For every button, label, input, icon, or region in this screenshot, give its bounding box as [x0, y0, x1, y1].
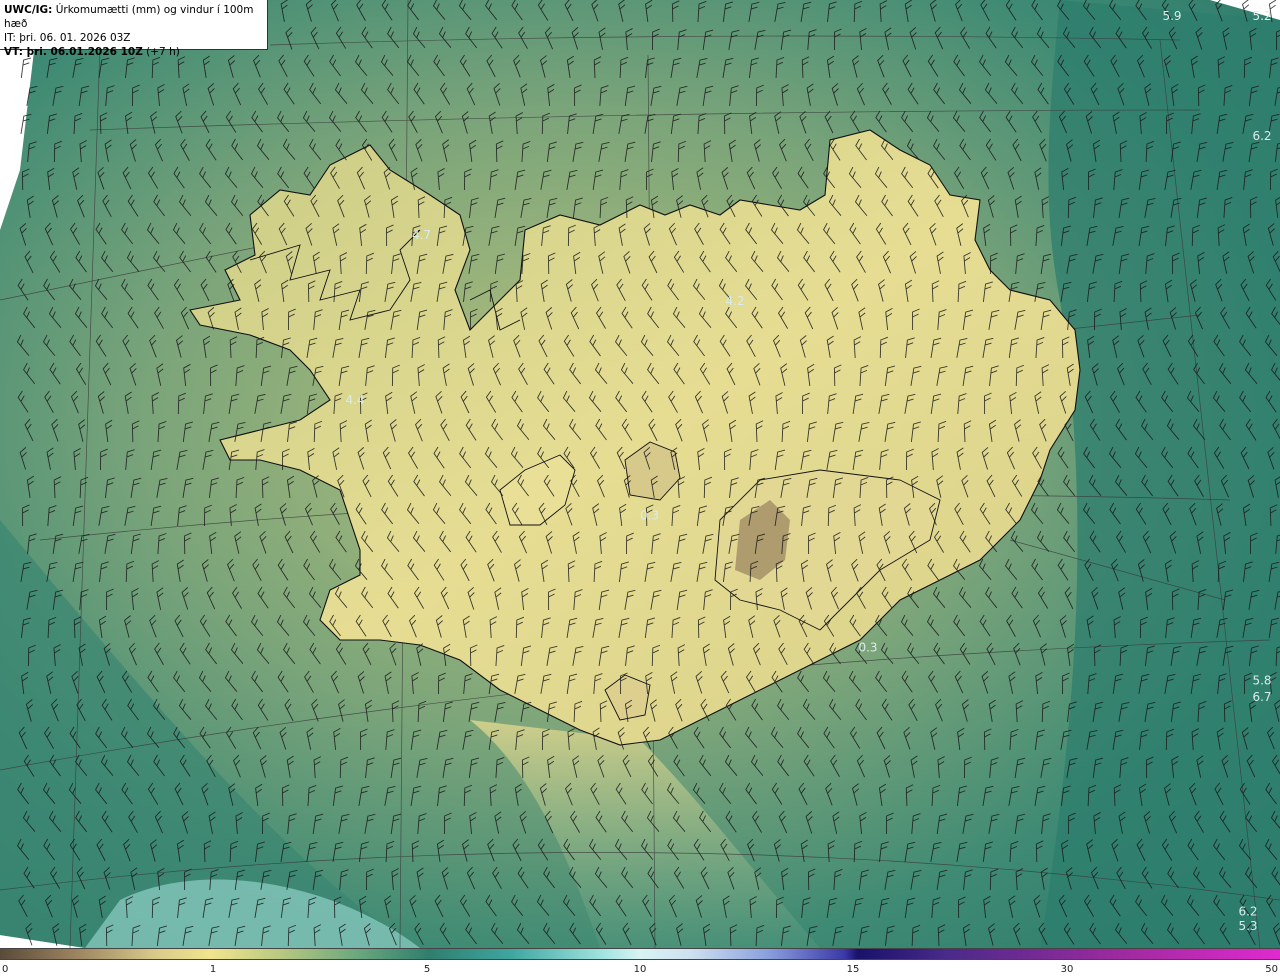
scale-tick-5: 5: [423, 964, 431, 975]
scale-tick-0: 0: [2, 964, 9, 975]
valid-time: VT: þri. 06.01.2026 10Z: [4, 46, 143, 58]
scale-tick-30: 30: [1060, 964, 1074, 975]
initial-time: IT: þri. 06. 01. 2026 03Z: [4, 32, 131, 44]
map-value-label: 5.9: [1162, 9, 1181, 23]
map-value-label: 0.3: [858, 641, 877, 655]
scale-tick-50: 50: [1265, 964, 1278, 975]
scale-tick-10: 10: [633, 964, 647, 975]
color-scale-gradient: [0, 948, 1280, 960]
map-value-label: 4.7: [412, 228, 431, 242]
map-value-label: 6.7: [1252, 690, 1271, 704]
scale-tick-15: 15: [846, 964, 860, 975]
color-scale-bar: 0 1 5 10 15 30 50: [0, 948, 1280, 978]
map-value-label: 5.8: [1252, 674, 1271, 688]
map-value-label: 4.4: [345, 393, 364, 407]
precipitation-wind-map: 3.94.74.44.20.30.35.95.26.25.86.76.25.3: [0, 0, 1280, 948]
map-value-label: 6.2: [1252, 129, 1271, 143]
scale-tick-1: 1: [209, 964, 217, 975]
valid-offset: (+7 h): [146, 46, 180, 58]
map-value-label: 5.2: [1252, 9, 1271, 23]
map-value-label: 5.3: [1238, 919, 1257, 933]
map-value-label: 0.3: [640, 509, 659, 523]
map-value-label: 6.2: [1238, 905, 1257, 919]
map-title-box: UWC/IG: Úrkomumætti (mm) og vindur í 100…: [0, 0, 268, 58]
map-value-label: 4.2: [725, 294, 744, 308]
model-name: UWC/IG:: [4, 4, 53, 16]
